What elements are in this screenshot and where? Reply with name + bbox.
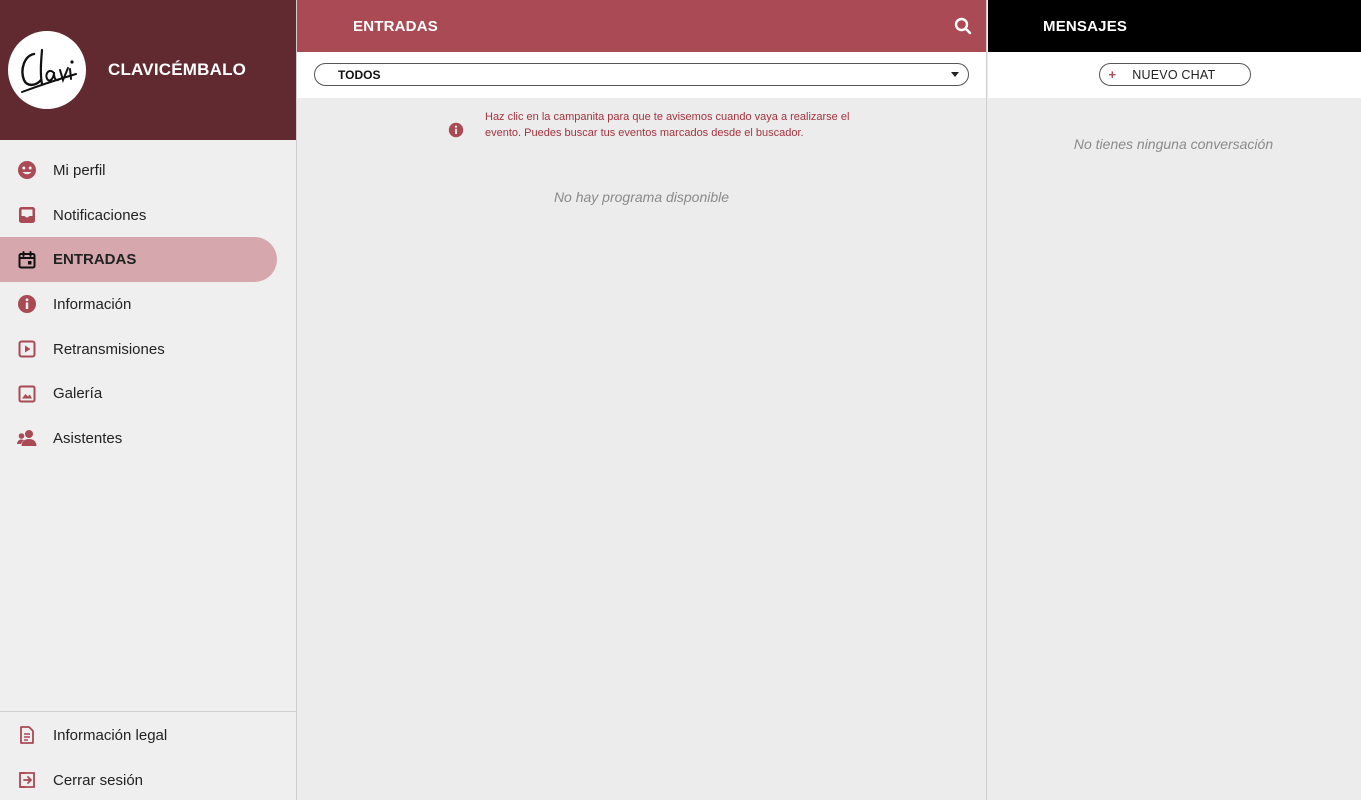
nav-item-entradas[interactable]: ENTRADAS xyxy=(0,237,277,283)
sidebar-footer-nav: Información legal Cerrar sesión xyxy=(0,711,296,800)
inbox-icon xyxy=(16,204,38,226)
nav-item-label: Mi perfil xyxy=(53,161,106,179)
nav-item-label: Cerrar sesión xyxy=(53,771,144,789)
nav-item-label: Asistentes xyxy=(53,429,123,447)
main-nav: Mi perfil Notificaciones ENTRADAS Inform… xyxy=(0,140,296,461)
filter-bar: TODOS xyxy=(297,52,986,98)
nav-item-notificaciones[interactable]: Notificaciones xyxy=(0,193,277,238)
nav-item-label: Información legal xyxy=(53,726,168,744)
document-icon xyxy=(16,724,38,746)
nav-item-informacion[interactable]: Información xyxy=(0,282,277,327)
mensajes-panel: MENSAJES + NUEVO CHAT No tienes ninguna … xyxy=(988,0,1361,800)
nav-item-label: Información xyxy=(53,295,132,313)
info-icon xyxy=(448,122,464,138)
entradas-header: ENTRADAS xyxy=(297,0,986,52)
empty-program-message: No hay programa disponible xyxy=(553,189,730,205)
calendar-icon xyxy=(16,249,38,271)
clavi-logo-icon xyxy=(21,48,77,93)
nav-item-label: Notificaciones xyxy=(53,206,147,224)
logout-icon xyxy=(16,769,38,791)
face-icon xyxy=(16,159,38,181)
nav-item-label: Retransmisiones xyxy=(53,340,165,358)
nav-item-label: Galería xyxy=(53,385,103,403)
search-icon xyxy=(954,17,972,35)
nav-item-retransmisiones[interactable]: Retransmisiones xyxy=(0,327,277,372)
nav-item-asistentes[interactable]: Asistentes xyxy=(0,416,277,461)
brand-name: CLAVICÉMBALO xyxy=(108,60,247,79)
nav-item-mi-perfil[interactable]: Mi perfil xyxy=(0,148,277,193)
nav-item-label: ENTRADAS xyxy=(53,251,137,269)
hint-text: Haz clic en la campanita para que te avi… xyxy=(485,111,850,139)
image-icon xyxy=(16,383,38,405)
brand-logo[interactable] xyxy=(8,31,86,109)
mensajes-title: MENSAJES xyxy=(1043,17,1128,35)
new-chat-button[interactable]: + NUEVO CHAT xyxy=(1098,63,1251,86)
chevron-down-icon xyxy=(951,72,959,77)
plus-icon: + xyxy=(1108,67,1117,82)
nav-item-galeria[interactable]: Galería xyxy=(0,371,277,416)
empty-conversations-message: No tienes ninguna conversación xyxy=(1073,136,1274,152)
brand-header: CLAVICÉMBALO xyxy=(0,0,296,140)
entradas-panel: ENTRADAS TODOS Haz clic en la campanita … xyxy=(297,0,987,800)
play-icon xyxy=(16,338,38,360)
search-button[interactable] xyxy=(952,15,974,37)
bell-hint: Haz clic en la campanita para que te avi… xyxy=(448,109,868,141)
chat-bar: + NUEVO CHAT xyxy=(988,52,1361,98)
people-icon xyxy=(16,427,38,449)
info-icon xyxy=(16,293,38,315)
nav-item-cerrar-sesion[interactable]: Cerrar sesión xyxy=(0,758,277,800)
nav-item-informacion-legal[interactable]: Información legal xyxy=(0,713,277,758)
filter-select[interactable]: TODOS xyxy=(314,63,969,86)
mensajes-header: MENSAJES xyxy=(988,0,1361,52)
new-chat-label: NUEVO CHAT xyxy=(1132,67,1216,82)
sidebar: CLAVICÉMBALO Mi perfil Notificaciones EN… xyxy=(0,0,297,800)
page-title: ENTRADAS xyxy=(353,17,438,35)
filter-selected-value: TODOS xyxy=(338,67,381,82)
